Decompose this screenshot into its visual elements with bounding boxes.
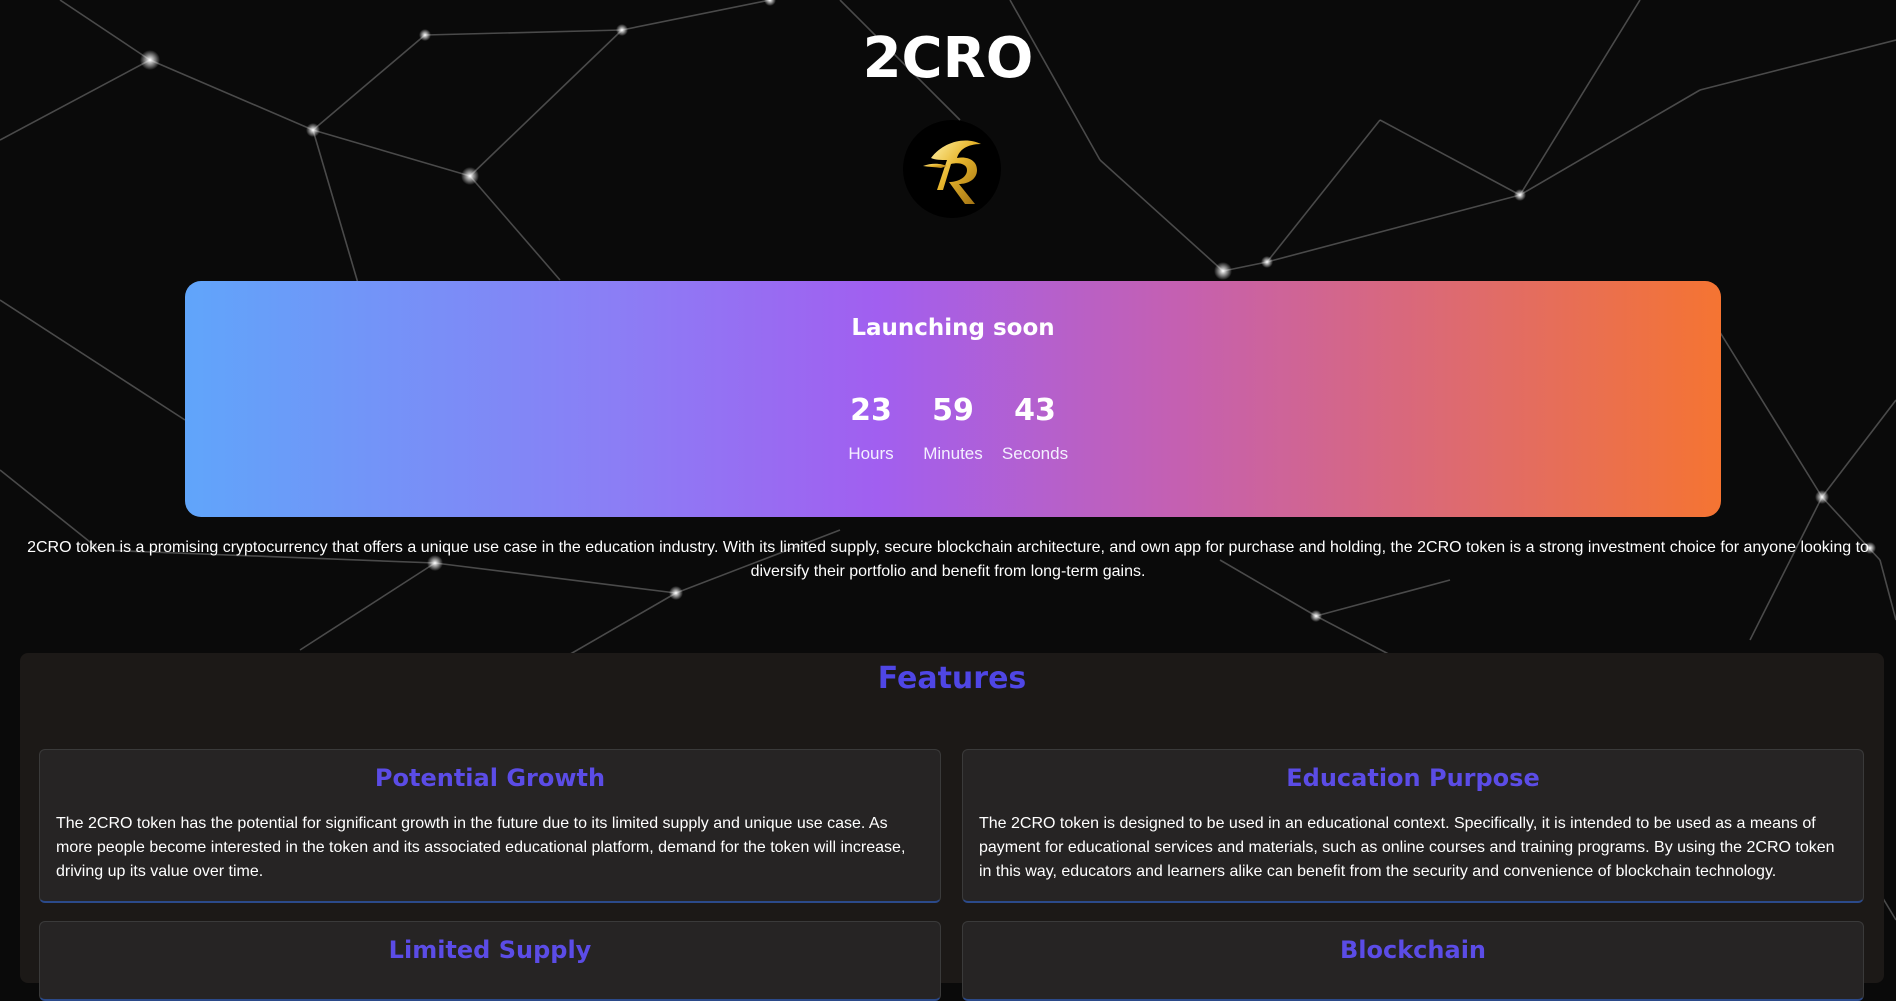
minutes-value: 59 <box>932 393 974 428</box>
feature-card-blockchain: Blockchain <box>962 921 1864 1001</box>
features-title: Features <box>877 661 1027 696</box>
countdown-hours: 23 Hours <box>830 393 912 464</box>
countdown-heading: Launching soon <box>851 315 1055 341</box>
hours-value: 23 <box>850 393 892 428</box>
site-title: 2CRO <box>862 26 1034 91</box>
feature-title: Education Purpose <box>1286 764 1540 792</box>
feature-title: Limited Supply <box>388 936 592 964</box>
2cro-logo-icon <box>903 120 1001 218</box>
countdown-units: 23 Hours 59 Minutes 43 Seconds <box>185 393 1721 464</box>
feature-card-potential-growth: Potential Growth The 2CRO token has the … <box>39 749 941 903</box>
features-section: Features Potential Growth The 2CRO token… <box>20 653 1884 1001</box>
seconds-label: Seconds <box>1001 444 1069 463</box>
token-description: 2CRO token is a promising cryptocurrency… <box>27 539 1869 580</box>
feature-title: Potential Growth <box>374 764 606 792</box>
feature-card-education-purpose: Education Purpose The 2CRO token is desi… <box>962 749 1864 903</box>
feature-card-limited-supply: Limited Supply <box>39 921 941 1001</box>
feature-text: The 2CRO token has the potential for sig… <box>56 815 906 880</box>
hours-label: Hours <box>848 444 894 463</box>
countdown-card: Launching soon 23 Hours 59 Minutes 43 Se… <box>185 281 1721 517</box>
feature-title: Blockchain <box>1339 936 1486 964</box>
countdown-seconds: 43 Seconds <box>994 393 1076 464</box>
feature-text: The 2CRO token is designed to be used in… <box>979 815 1835 880</box>
minutes-label: Minutes <box>923 444 983 463</box>
countdown-minutes: 59 Minutes <box>912 393 994 464</box>
seconds-value: 43 <box>1014 393 1056 428</box>
